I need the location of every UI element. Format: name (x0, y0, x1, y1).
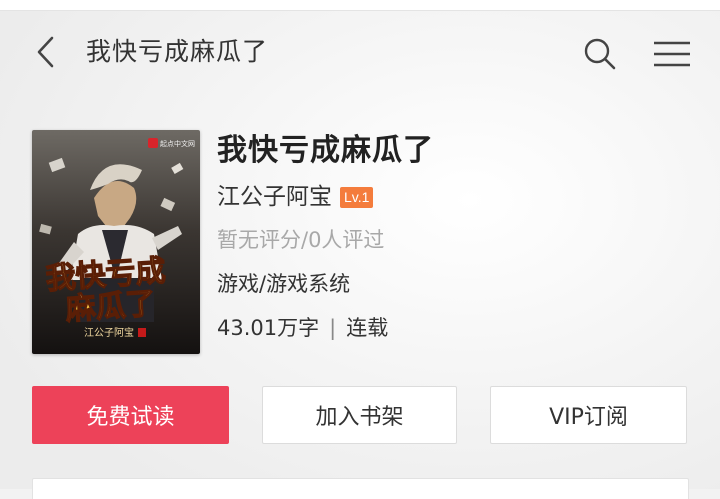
search-button[interactable] (580, 34, 620, 74)
serial-status: 连载 (346, 316, 389, 340)
cover-title-line2: 麻瓜了 (65, 286, 157, 327)
back-button[interactable] (28, 32, 64, 72)
category-text[interactable]: 游戏/游戏系统 (217, 268, 350, 300)
author-level-badge: Lv.1 (340, 186, 374, 208)
stats-separator: | (329, 316, 337, 340)
free-read-button[interactable]: 免费试读 (32, 386, 229, 444)
top-nav-bar: 我快亏成麻瓜了 (0, 10, 720, 98)
author-row[interactable]: 江公子阿宝 Lv.1 (217, 180, 374, 214)
author-name[interactable]: 江公子阿宝 (217, 180, 332, 214)
rating-text: 暂无评分/0人评过 (217, 228, 385, 252)
cover-author: 江公子阿宝 (84, 326, 134, 339)
word-count: 43.01万字 (217, 316, 320, 340)
book-stats: 43.01万字 | 连载 (217, 312, 388, 344)
chevron-left-icon (37, 36, 54, 68)
hamburger-menu-icon (654, 41, 690, 67)
add-to-shelf-button[interactable]: 加入书架 (262, 386, 457, 444)
search-icon (584, 38, 616, 70)
menu-button[interactable] (650, 34, 694, 74)
cover-publisher: 起点中文网 (160, 139, 195, 148)
book-cover-art: 起点中文网 我快亏成 麻瓜了 江公子阿宝 (32, 130, 200, 354)
vip-subscribe-button[interactable]: VIP订阅 (490, 386, 687, 444)
page-title: 我快亏成麻瓜了 (86, 37, 269, 66)
book-cover[interactable]: 起点中文网 我快亏成 麻瓜了 江公子阿宝 (32, 130, 200, 354)
book-title: 我快亏成麻瓜了 (217, 133, 434, 168)
